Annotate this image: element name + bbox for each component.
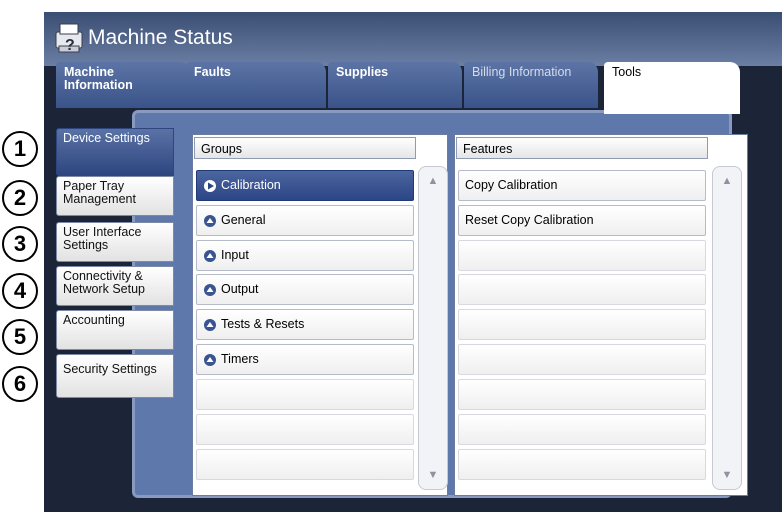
tab-machine-information[interactable]: Machine Information <box>56 62 190 108</box>
group-item-tests-resets[interactable]: Tests & Resets <box>196 309 414 340</box>
group-item-label: General <box>221 213 266 227</box>
feature-item-empty <box>458 240 706 271</box>
group-item-label: Calibration <box>221 178 281 192</box>
group-item-label: Tests & Resets <box>221 317 305 331</box>
tab-faults[interactable]: Faults <box>186 62 326 108</box>
tab-tools[interactable]: Tools <box>604 62 740 114</box>
feature-item-empty <box>458 449 706 480</box>
sidebar-item-device-settings[interactable]: Device Settings <box>56 128 174 176</box>
group-item-label: Timers <box>221 352 259 366</box>
sidebar-item-paper-tray-management[interactable]: Paper Tray Management <box>56 176 174 216</box>
callout-number: 3 <box>2 226 38 262</box>
tab-supplies[interactable]: Supplies <box>328 62 462 108</box>
group-item-label: Output <box>221 282 259 296</box>
sidebar-item-accounting[interactable]: Accounting <box>56 310 174 350</box>
group-item-empty <box>196 414 414 445</box>
triangle-up-icon[interactable]: ▲ <box>419 167 447 195</box>
callout-number: 4 <box>2 273 38 309</box>
callout-number: 5 <box>2 319 38 355</box>
features-scrollbar[interactable]: ▲ ▼ <box>712 166 742 490</box>
features-header: Features <box>456 137 708 159</box>
callout-number: 1 <box>2 131 38 167</box>
printer-question-icon: ? <box>55 23 83 54</box>
group-item-calibration[interactable]: Calibration <box>196 170 414 201</box>
group-item-empty <box>196 449 414 480</box>
group-item-general[interactable]: General <box>196 205 414 236</box>
title-bar: ? Machine Status <box>44 12 782 66</box>
group-item-timers[interactable]: Timers <box>196 344 414 375</box>
group-item-label: Input <box>221 248 249 262</box>
sidebar-item-connectivity-network-setup[interactable]: Connectivity & Network Setup <box>56 266 174 306</box>
up-circle-icon <box>204 249 216 262</box>
callout-number: 6 <box>2 366 38 402</box>
feature-item-empty <box>458 309 706 340</box>
group-item-output[interactable]: Output <box>196 274 414 305</box>
sidebar-item-security-settings[interactable]: Security Settings <box>56 354 174 398</box>
feature-item-copy-calibration[interactable]: Copy Calibration <box>458 170 706 201</box>
up-circle-icon <box>204 318 216 331</box>
feature-item-empty <box>458 274 706 305</box>
up-circle-icon <box>204 214 216 227</box>
group-item-input[interactable]: Input <box>196 240 414 271</box>
triangle-up-icon[interactable]: ▲ <box>713 167 741 195</box>
feature-item-empty <box>458 414 706 445</box>
triangle-down-icon[interactable]: ▼ <box>419 461 447 489</box>
page-title: Machine Status <box>88 26 233 49</box>
callout-number: 2 <box>2 180 38 216</box>
up-circle-icon <box>204 283 216 296</box>
feature-item-reset-copy-calibration[interactable]: Reset Copy Calibration <box>458 205 706 236</box>
tab-billing-information[interactable]: Billing Information <box>464 62 598 108</box>
groups-scrollbar[interactable]: ▲ ▼ <box>418 166 448 490</box>
feature-item-empty <box>458 379 706 410</box>
groups-header: Groups <box>194 137 416 159</box>
up-circle-icon <box>204 353 216 366</box>
svg-text:?: ? <box>65 37 75 54</box>
group-item-empty <box>196 379 414 410</box>
triangle-down-icon[interactable]: ▼ <box>713 461 741 489</box>
feature-item-empty <box>458 344 706 375</box>
sidebar-item-user-interface-settings[interactable]: User Interface Settings <box>56 222 174 262</box>
play-circle-icon <box>204 179 216 192</box>
